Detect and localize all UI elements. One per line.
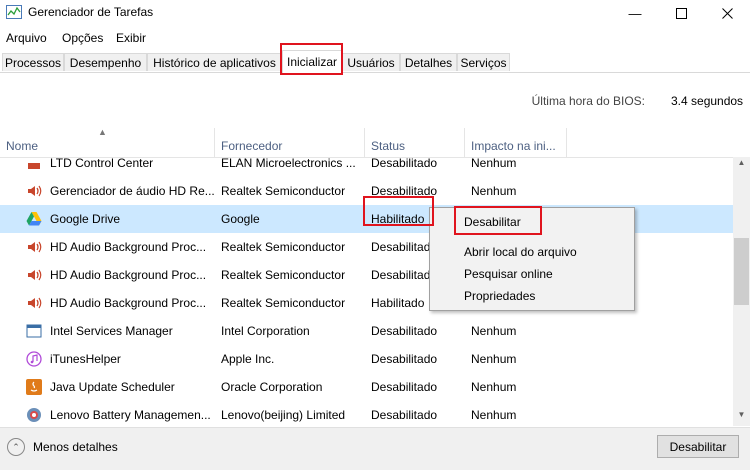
menu-arquivo[interactable]: Arquivo <box>6 31 47 45</box>
generic-app-icon <box>26 158 42 171</box>
lenovo-icon <box>26 407 42 423</box>
bios-time-value: 3.4 segundos <box>671 94 744 108</box>
row-vendor: Oracle Corporation <box>221 380 323 394</box>
maximize-icon <box>675 7 687 19</box>
context-menu-pesquisar[interactable]: Pesquisar online <box>464 267 553 281</box>
itunes-icon <box>26 351 42 367</box>
bios-time-label: Última hora do BIOS: <box>531 94 645 108</box>
column-status[interactable]: Status <box>371 139 405 153</box>
row-status: Habilitado <box>371 212 425 226</box>
column-fornecedor[interactable]: Fornecedor <box>221 139 282 153</box>
context-menu: Desabilitar Abrir local do arquivo Pesqu… <box>429 207 635 311</box>
row-vendor: ELAN Microelectronics ... <box>221 158 356 170</box>
row-name: Lenovo Battery Managemen... <box>50 408 211 422</box>
table-row[interactable]: Gerenciador de áudio HD Re... Realtek Sem… <box>0 177 733 205</box>
row-vendor: Intel Corporation <box>221 324 310 338</box>
row-name: LTD Control Center <box>50 158 154 170</box>
google-drive-icon <box>26 211 42 227</box>
row-impact: Nenhum <box>471 408 517 422</box>
row-status: Desabilitado <box>371 408 438 422</box>
row-name: HD Audio Background Proc... <box>50 268 207 282</box>
scroll-up-icon[interactable]: ▲ <box>733 158 750 174</box>
row-impact: Nenhum <box>471 380 517 394</box>
row-name: Gerenciador de áudio HD Re... <box>50 184 215 198</box>
sort-ascending-icon: ▲ <box>98 127 107 137</box>
row-vendor: Lenovo(beijing) Limited <box>221 408 346 422</box>
tab-detalhes[interactable]: Detalhes <box>400 53 457 71</box>
disable-button[interactable]: Desabilitar <box>657 435 739 458</box>
row-name: HD Audio Background Proc... <box>50 296 207 310</box>
row-status: Habilitado <box>371 296 425 310</box>
speaker-icon <box>26 239 42 255</box>
column-nome[interactable]: Nome <box>6 139 38 153</box>
row-name: iTunesHelper <box>50 352 121 366</box>
context-menu-abrir-local[interactable]: Abrir local do arquivo <box>464 245 577 259</box>
table-row[interactable]: Lenovo Battery Managemen... Lenovo(beijin… <box>0 401 733 426</box>
row-impact: Nenhum <box>471 158 517 170</box>
row-impact: Nenhum <box>471 324 517 338</box>
row-vendor: Realtek Semiconductor <box>221 240 346 254</box>
row-status: Desabilitado <box>371 324 438 338</box>
column-divider[interactable] <box>464 128 465 157</box>
row-vendor: Google <box>221 212 260 226</box>
menu-opcoes[interactable]: Opções <box>62 31 103 45</box>
tab-desempenho[interactable]: Desempenho <box>64 53 147 71</box>
table-row[interactable]: Intel Services Manager Intel Corporation D… <box>0 317 733 345</box>
task-manager-icon <box>6 5 22 19</box>
row-vendor: Realtek Semiconductor <box>221 184 346 198</box>
column-divider[interactable] <box>566 128 567 157</box>
speaker-icon <box>26 267 42 283</box>
row-vendor: Apple Inc. <box>221 352 275 366</box>
column-divider[interactable] <box>364 128 365 157</box>
window-title: Gerenciador de Tarefas <box>28 5 154 19</box>
row-status: Desabilitado <box>371 240 438 254</box>
tab-usuarios[interactable]: Usuários <box>342 53 400 71</box>
menu-exibir[interactable]: Exibir <box>116 31 146 45</box>
row-impact: Nenhum <box>471 184 517 198</box>
row-name: Intel Services Manager <box>50 324 173 338</box>
scroll-down-icon[interactable]: ▼ <box>733 410 750 426</box>
window-app-icon <box>26 323 42 339</box>
close-button[interactable] <box>704 0 750 26</box>
speaker-icon <box>26 183 42 199</box>
row-status: Desabilitado <box>371 352 438 366</box>
row-vendor: Realtek Semiconductor <box>221 268 346 282</box>
less-details-link[interactable]: Menos detalhes <box>33 440 118 454</box>
maximize-button[interactable] <box>658 0 704 26</box>
minimize-icon: — <box>628 5 642 21</box>
tab-processos[interactable]: Processos <box>2 53 64 71</box>
scroll-thumb[interactable] <box>734 238 749 305</box>
column-divider[interactable] <box>214 128 215 157</box>
row-status: Desabilitado <box>371 158 438 170</box>
table-row[interactable]: Java Update Scheduler Oracle Corporation D… <box>0 373 733 401</box>
row-status: Desabilitado <box>371 268 438 282</box>
close-icon <box>721 7 733 19</box>
column-impacto[interactable]: Impacto na ini... <box>471 139 556 153</box>
minimize-button[interactable]: — <box>612 0 658 26</box>
tab-servicos[interactable]: Serviços <box>457 53 510 71</box>
row-status: Desabilitado <box>371 380 438 394</box>
chevron-up-icon[interactable]: ⌃ <box>7 438 25 456</box>
java-icon <box>26 379 42 395</box>
tab-inicializar[interactable]: Inicializar <box>282 50 342 73</box>
row-name: HD Audio Background Proc... <box>50 240 207 254</box>
row-impact: Nenhum <box>471 352 517 366</box>
row-vendor: Realtek Semiconductor <box>221 296 346 310</box>
speaker-icon <box>26 295 42 311</box>
table-row[interactable]: LTD Control Center ELAN Microelectronics … <box>0 158 733 177</box>
row-name: Google Drive <box>50 212 121 226</box>
table-row[interactable]: iTunesHelper Apple Inc. Desabilitado Nenhum <box>0 345 733 373</box>
context-menu-propriedades[interactable]: Propriedades <box>464 289 535 303</box>
tab-historico[interactable]: Histórico de aplicativos <box>147 53 282 71</box>
row-status: Desabilitado <box>371 184 438 198</box>
row-name: Java Update Scheduler <box>50 380 175 394</box>
context-menu-desabilitar[interactable]: Desabilitar <box>464 215 521 229</box>
